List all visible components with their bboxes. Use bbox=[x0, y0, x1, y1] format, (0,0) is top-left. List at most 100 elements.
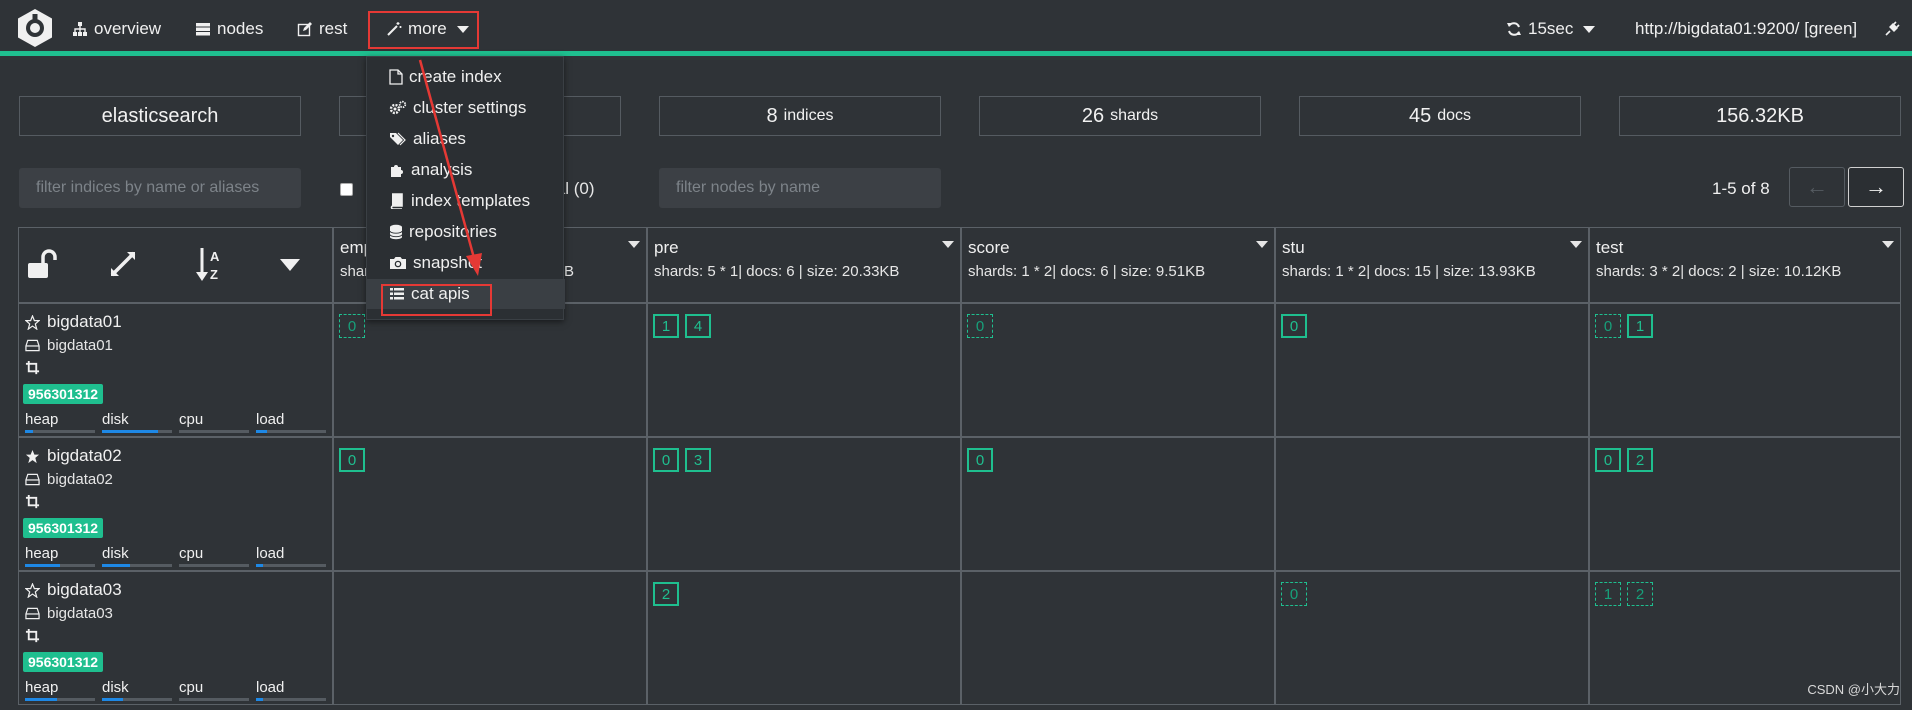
shard-cell: 0 bbox=[333, 437, 647, 571]
more-highlight-box bbox=[368, 11, 479, 49]
metric-disk-fill bbox=[102, 698, 123, 701]
star-outline-icon[interactable] bbox=[25, 582, 40, 598]
nav-nodes[interactable]: nodes bbox=[195, 18, 263, 40]
primary-shard[interactable]: 0 bbox=[1281, 314, 1307, 338]
chevron-down-icon[interactable] bbox=[942, 241, 954, 248]
chevron-down-icon[interactable] bbox=[628, 241, 640, 248]
more-dropdown-menu: create index cluster settings aliases an… bbox=[366, 56, 565, 320]
replica-shard[interactable]: 0 bbox=[1281, 582, 1307, 606]
node-version-badge: 956301312 bbox=[23, 518, 104, 538]
cluster-url[interactable]: http://bigdata01:9200/ [green] bbox=[1635, 18, 1857, 40]
metric-cpu-label: cpu bbox=[179, 679, 204, 696]
chevron-down-icon[interactable] bbox=[1570, 241, 1582, 248]
metric-heap-fill bbox=[25, 564, 60, 567]
metric-cpu-bar bbox=[179, 698, 249, 701]
index-header-score[interactable]: score shards: 1 * 2| docs: 6 | size: 9.5… bbox=[961, 227, 1275, 303]
node-role bbox=[25, 360, 40, 380]
plug-icon bbox=[1885, 21, 1900, 36]
camera-icon bbox=[390, 257, 406, 269]
primary-shard[interactable]: 2 bbox=[653, 582, 679, 606]
node-name[interactable]: bigdata01 bbox=[25, 312, 122, 332]
stat-cluster-name: elasticsearch bbox=[19, 96, 301, 136]
node-host-label: bigdata01 bbox=[47, 337, 113, 354]
replica-shard[interactable]: 0 bbox=[967, 314, 993, 338]
edit-icon bbox=[297, 22, 312, 37]
index-header-stu[interactable]: stu shards: 1 * 2| docs: 15 | size: 13.9… bbox=[1275, 227, 1589, 303]
filter-indices-input[interactable] bbox=[19, 168, 301, 208]
shard-cell: 2 bbox=[647, 571, 961, 705]
chevron-down-icon[interactable] bbox=[1882, 241, 1894, 248]
sort-alpha-icon[interactable]: AZ bbox=[195, 246, 227, 284]
node-host: bigdata02 bbox=[25, 471, 113, 488]
metric-disk-bar bbox=[102, 564, 172, 567]
connect-button[interactable] bbox=[1884, 18, 1900, 40]
metric-disk-fill bbox=[102, 564, 130, 567]
menu-analysis[interactable]: analysis bbox=[367, 155, 565, 185]
refresh-selector[interactable]: 15sec bbox=[1506, 18, 1596, 40]
primary-shard[interactable]: 0 bbox=[339, 448, 365, 472]
metric-load-fill bbox=[256, 698, 263, 701]
metric-load-bar bbox=[256, 698, 326, 701]
pager-prev-button[interactable]: ← bbox=[1789, 167, 1845, 207]
menu-aliases[interactable]: aliases bbox=[367, 124, 565, 154]
metric-load-fill bbox=[256, 564, 263, 567]
refresh-label: 15sec bbox=[1528, 19, 1574, 38]
total-size: 156.32KB bbox=[1716, 104, 1804, 127]
replica-shard[interactable]: 1 bbox=[1595, 582, 1621, 606]
gears-icon bbox=[389, 100, 407, 115]
nav-overview-label: overview bbox=[94, 19, 162, 38]
star-outline-icon[interactable] bbox=[25, 314, 40, 330]
node-name-label: bigdata03 bbox=[47, 580, 122, 599]
metric-cpu-bar bbox=[179, 430, 249, 433]
menu-create-index[interactable]: create index bbox=[367, 62, 565, 92]
primary-shard[interactable]: 1 bbox=[1627, 314, 1653, 338]
chevron-down-icon[interactable] bbox=[279, 258, 301, 272]
index-header-pre[interactable]: pre shards: 5 * 1| docs: 6 | size: 20.33… bbox=[647, 227, 961, 303]
node-name[interactable]: bigdata02 bbox=[25, 446, 122, 466]
index-header-test[interactable]: test shards: 3 * 2| docs: 2 | size: 10.1… bbox=[1589, 227, 1901, 303]
replica-shard[interactable]: 0 bbox=[339, 314, 365, 338]
metric-heap-label: heap bbox=[25, 411, 59, 428]
index-name: score bbox=[968, 238, 1010, 257]
primary-shard[interactable]: 2 bbox=[1627, 448, 1653, 472]
expand-icon[interactable] bbox=[107, 248, 139, 280]
menu-snapshot[interactable]: snapshot bbox=[367, 248, 565, 278]
unlock-icon[interactable] bbox=[25, 248, 59, 282]
book-icon bbox=[390, 193, 403, 209]
metric-disk-fill bbox=[102, 430, 158, 433]
metric-load-label: load bbox=[256, 411, 285, 428]
cluster-name: elasticsearch bbox=[101, 104, 219, 127]
star-filled-icon[interactable] bbox=[25, 449, 40, 464]
node-name[interactable]: bigdata03 bbox=[25, 580, 122, 600]
metric-disk-bar bbox=[102, 698, 172, 701]
replica-shard[interactable]: 2 bbox=[1627, 582, 1653, 606]
refresh-icon bbox=[1507, 22, 1521, 36]
primary-shard[interactable]: 3 bbox=[685, 448, 711, 472]
primary-shard[interactable]: 0 bbox=[653, 448, 679, 472]
menu-item-label: cluster settings bbox=[413, 98, 527, 117]
metric-load-label: load bbox=[256, 679, 285, 696]
menu-index-templates[interactable]: index templates bbox=[367, 186, 565, 216]
show-special-checkbox[interactable] bbox=[340, 183, 353, 196]
menu-cluster-settings[interactable]: cluster settings bbox=[367, 93, 565, 123]
metric-disk-label: disk bbox=[102, 545, 129, 562]
hdd-icon bbox=[25, 607, 40, 620]
menu-repositories[interactable]: repositories bbox=[367, 217, 565, 247]
replica-shard[interactable]: 0 bbox=[1595, 314, 1621, 338]
chevron-down-icon[interactable] bbox=[1256, 241, 1268, 248]
primary-shard[interactable]: 0 bbox=[967, 448, 993, 472]
index-name: pre bbox=[654, 238, 679, 257]
node-host-label: bigdata02 bbox=[47, 471, 113, 488]
primary-shard[interactable]: 4 bbox=[685, 314, 711, 338]
shard-cell: 01 bbox=[1589, 303, 1901, 437]
pager-next-button[interactable]: → bbox=[1848, 167, 1904, 207]
primary-shard[interactable]: 1 bbox=[653, 314, 679, 338]
primary-shard[interactable]: 0 bbox=[1595, 448, 1621, 472]
metric-heap-bar bbox=[25, 698, 95, 701]
cluster-url-label: http://bigdata01:9200/ [green] bbox=[1635, 19, 1858, 38]
shard-cell bbox=[1275, 437, 1589, 571]
elasticsearch-head-logo[interactable] bbox=[16, 8, 54, 48]
nav-rest[interactable]: rest bbox=[297, 18, 347, 40]
filter-nodes-input[interactable] bbox=[659, 168, 941, 208]
nav-overview[interactable]: overview bbox=[72, 18, 161, 40]
